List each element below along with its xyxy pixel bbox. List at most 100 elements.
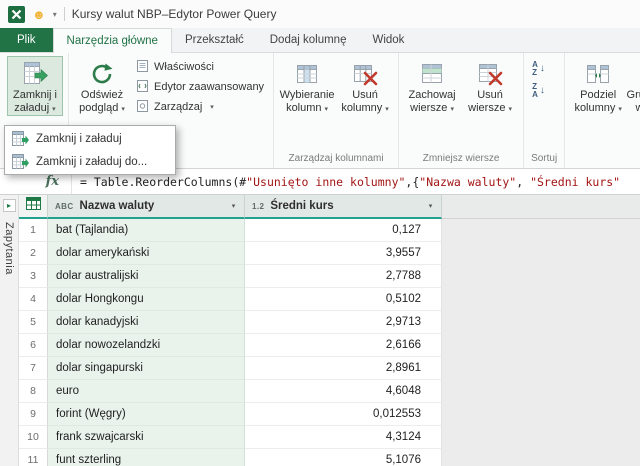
row-filler bbox=[442, 288, 640, 311]
ribbon-group-transform: Podzielkolumny▾ Grupowaniewedług▾ bbox=[565, 53, 640, 168]
cell-average-rate[interactable]: 2,6166 bbox=[245, 334, 442, 357]
cell-average-rate[interactable]: 2,8961 bbox=[245, 357, 442, 380]
advanced-editor-label: Edytor zaawansowany bbox=[154, 81, 264, 93]
tab-narzędzia-główne[interactable]: Narzędzia główne bbox=[53, 28, 172, 53]
menu-item[interactable]: Zamknij i załaduj do... bbox=[6, 150, 174, 173]
cell-currency-name[interactable]: funt szterling bbox=[48, 449, 245, 466]
chevron-down-icon: ▾ bbox=[52, 106, 56, 113]
row-number[interactable]: 7 bbox=[19, 357, 48, 380]
row-number[interactable]: 3 bbox=[19, 265, 48, 288]
table-row: 9forint (Węgry)0,012553 bbox=[19, 403, 640, 426]
row-number[interactable]: 1 bbox=[19, 219, 48, 242]
table-load-icon bbox=[12, 154, 29, 169]
cell-average-rate[interactable]: 3,9557 bbox=[245, 242, 442, 265]
decimal-type-icon: 1.2 bbox=[252, 202, 264, 211]
close-and-load-button[interactable]: Zamknij izaładuj▾ bbox=[7, 56, 63, 116]
split-columns-label-2: kolumny bbox=[574, 102, 615, 114]
column-header-nazwa-waluty[interactable]: ABC Nazwa waluty ▾ bbox=[48, 195, 245, 219]
ribbon-group-sort: AZ ↓ ZA ↓ Sortuj bbox=[524, 53, 565, 168]
row-filler bbox=[442, 242, 640, 265]
group-label-reduce-rows: Zmniejsz wiersze bbox=[404, 153, 518, 167]
row-number[interactable]: 11 bbox=[19, 449, 48, 466]
queries-pane-collapsed[interactable]: ▸ Zapytania bbox=[0, 195, 19, 466]
row-number[interactable]: 8 bbox=[19, 380, 48, 403]
choose-columns-label-2: kolumn bbox=[286, 102, 321, 114]
chevron-down-icon: ▾ bbox=[618, 106, 622, 113]
properties-button[interactable]: Właściwości bbox=[132, 57, 268, 77]
cell-currency-name[interactable]: dolar nowozelandzki bbox=[48, 334, 245, 357]
cell-average-rate[interactable]: 0,5102 bbox=[245, 288, 442, 311]
tab-przekształć[interactable]: Przekształć bbox=[172, 28, 257, 52]
tab-plik[interactable]: Plik bbox=[0, 28, 53, 52]
cell-average-rate[interactable]: 2,7788 bbox=[245, 265, 442, 288]
cell-average-rate[interactable]: 4,3124 bbox=[245, 426, 442, 449]
row-number[interactable]: 6 bbox=[19, 334, 48, 357]
choose-columns-button[interactable]: Wybieraniekolumn▾ bbox=[279, 56, 335, 116]
cell-average-rate[interactable]: 2,9713 bbox=[245, 311, 442, 334]
menu-item[interactable]: Zamknij i załaduj bbox=[6, 127, 174, 150]
keep-rows-label-1: Zachowaj bbox=[409, 89, 456, 101]
filter-dropdown-icon[interactable]: ▾ bbox=[422, 198, 439, 215]
sort-ascending-button[interactable]: AZ ↓ bbox=[529, 59, 548, 78]
cell-average-rate[interactable]: 5,1076 bbox=[245, 449, 442, 466]
cell-currency-name[interactable]: dolar singapurski bbox=[48, 357, 245, 380]
split-columns-label-1: Podziel bbox=[580, 89, 616, 101]
remove-columns-icon bbox=[352, 58, 378, 89]
cell-currency-name[interactable]: dolar australijski bbox=[48, 265, 245, 288]
cell-average-rate[interactable]: 4,6048 bbox=[245, 380, 442, 403]
row-number[interactable]: 5 bbox=[19, 311, 48, 334]
group-by-button[interactable]: Grupowaniewedług▾ bbox=[628, 56, 640, 116]
fx-icon: fx bbox=[46, 174, 59, 189]
table-menu-button[interactable] bbox=[19, 195, 48, 219]
refresh-icon bbox=[90, 58, 114, 89]
smiley-icon[interactable]: ☻ bbox=[32, 8, 46, 21]
remove-rows-button[interactable]: Usuńwiersze▾ bbox=[462, 56, 518, 116]
keep-rows-icon bbox=[419, 58, 445, 89]
tab-widok[interactable]: Widok bbox=[359, 28, 417, 52]
column-header-sredni-kurs[interactable]: 1.2 Średni kurs ▾ bbox=[245, 195, 442, 219]
cell-currency-name[interactable]: forint (Węgry) bbox=[48, 403, 245, 426]
cell-currency-name[interactable]: dolar kanadyjski bbox=[48, 311, 245, 334]
expand-queries-icon[interactable]: ▸ bbox=[3, 199, 16, 212]
row-number[interactable]: 10 bbox=[19, 426, 48, 449]
table-row: 4dolar Hongkongu0,5102 bbox=[19, 288, 640, 311]
data-preview-grid: ABC Nazwa waluty ▾ 1.2 Średni kurs ▾ 1ba… bbox=[19, 195, 640, 466]
row-filler bbox=[442, 426, 640, 449]
chevron-down-icon: ▾ bbox=[210, 103, 214, 111]
refresh-preview-button[interactable]: Odświeżpodgląd▾ bbox=[74, 56, 130, 116]
advanced-editor-button[interactable]: Edytor zaawansowany bbox=[132, 77, 268, 97]
cell-currency-name[interactable]: frank szwajcarski bbox=[48, 426, 245, 449]
window-title: Kursy walut NBP–Edytor Power Query bbox=[72, 7, 277, 21]
split-columns-button[interactable]: Podzielkolumny▾ bbox=[570, 56, 626, 116]
choose-columns-icon bbox=[294, 58, 320, 89]
tab-dodaj-kolumnę[interactable]: Dodaj kolumnę bbox=[257, 28, 360, 52]
grid-header-row: ABC Nazwa waluty ▾ 1.2 Średni kurs ▾ bbox=[19, 195, 640, 219]
properties-icon bbox=[136, 59, 149, 76]
close-load-menu: Zamknij i załadujZamknij i załaduj do... bbox=[4, 125, 176, 175]
row-number[interactable]: 2 bbox=[19, 242, 48, 265]
table-row: 8euro4,6048 bbox=[19, 380, 640, 403]
cell-average-rate[interactable]: 0,127 bbox=[245, 219, 442, 242]
excel-app-icon bbox=[8, 6, 25, 23]
row-number[interactable]: 9 bbox=[19, 403, 48, 426]
manage-button[interactable]: Zarządzaj ▾ bbox=[132, 97, 268, 117]
cell-currency-name[interactable]: dolar amerykański bbox=[48, 242, 245, 265]
row-number[interactable]: 4 bbox=[19, 288, 48, 311]
row-filler bbox=[442, 219, 640, 242]
remove-rows-label-1: Usuń bbox=[477, 89, 503, 101]
filter-dropdown-icon[interactable]: ▾ bbox=[225, 198, 242, 215]
cell-currency-name[interactable]: bat (Tajlandia) bbox=[48, 219, 245, 242]
keep-rows-button[interactable]: Zachowajwiersze▾ bbox=[404, 56, 460, 116]
ribbon-group-reduce-rows: Zachowajwiersze▾ Usuńwiersze▾ Zmniejsz w… bbox=[399, 53, 524, 168]
cell-currency-name[interactable]: dolar Hongkongu bbox=[48, 288, 245, 311]
row-filler bbox=[442, 449, 640, 466]
sort-descending-button[interactable]: ZA ↓ bbox=[529, 81, 548, 100]
cell-average-rate[interactable]: 0,012553 bbox=[245, 403, 442, 426]
remove-columns-button[interactable]: Usuńkolumny▾ bbox=[337, 56, 393, 116]
table-row: 11funt szterling5,1076 bbox=[19, 449, 640, 466]
titlebar-separator bbox=[64, 7, 65, 21]
cell-currency-name[interactable]: euro bbox=[48, 380, 245, 403]
quick-access-caret-icon[interactable]: ▾ bbox=[53, 10, 57, 19]
group-label-manage-columns: Zarządzaj kolumnami bbox=[279, 153, 393, 167]
split-columns-icon bbox=[585, 58, 611, 89]
